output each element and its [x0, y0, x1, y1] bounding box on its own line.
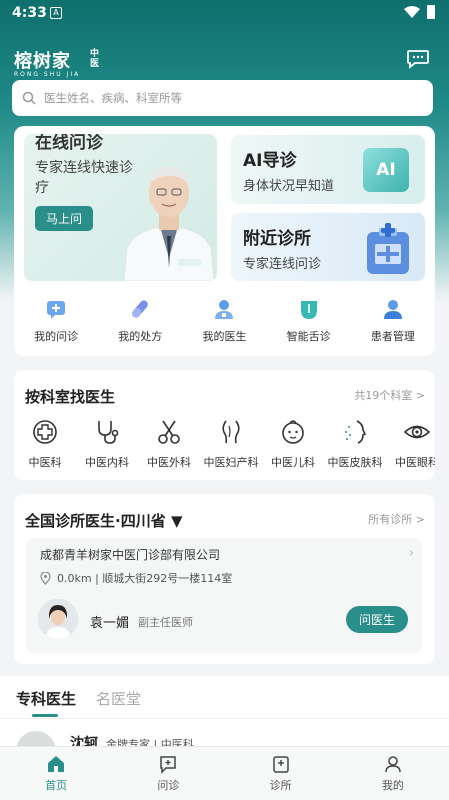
dept-label: 中医皮肤科	[327, 456, 383, 469]
ask-doctor-button[interactable]: 问医生	[346, 606, 408, 633]
nav-consult[interactable]: 问诊	[112, 747, 224, 800]
dept-item[interactable]: 中医内科	[76, 418, 138, 470]
brand-tag: 中医	[90, 49, 100, 69]
ai-guide-desc: 身体状况早知道	[243, 179, 335, 194]
clinic-doctors-section: 全国诊所医生·四川省 ▼ 所有诊所 > 成都青羊树家中医门诊部有限公司 › 0.…	[14, 494, 435, 664]
nearby-title: 附近诊所	[243, 229, 311, 249]
patient-icon	[383, 300, 402, 319]
nearby-desc: 专家连线问诊	[243, 257, 322, 272]
clinic-building-icon	[272, 756, 289, 773]
search-icon	[22, 91, 36, 105]
brand-subtitle: RONG SHU JIA	[14, 71, 81, 78]
nav-clinic[interactable]: 诊所	[225, 747, 337, 800]
location-pin-icon	[40, 571, 51, 585]
consult-chat-icon	[160, 756, 177, 774]
pill-icon	[132, 300, 149, 318]
online-consult-banner[interactable]: 在线问诊 专家连线快速诊疗 马上问	[24, 134, 217, 281]
ai-guide-card[interactable]: AI导诊 身体状况早知道 AI	[231, 135, 425, 204]
quick-label: 我的医生	[202, 330, 247, 343]
nav-label: 首页	[45, 779, 68, 792]
dept-label: 中医妇产科	[203, 456, 259, 469]
ai-badge-icon: AI	[363, 148, 409, 192]
departments-title: 按科室找医生	[25, 388, 116, 406]
face-icon	[345, 420, 367, 444]
dept-label: 中医儿科	[271, 456, 315, 469]
nav-label: 问诊	[157, 779, 180, 792]
user-icon	[385, 756, 401, 773]
divider	[0, 718, 449, 719]
quick-label: 我的处方	[118, 330, 163, 343]
doctor-title: 副主任医师	[138, 616, 193, 629]
dept-item[interactable]: 中医眼科	[386, 418, 435, 470]
quick-actions: 我的问诊 我的处方 我的医生 智能舌诊 患者管理	[14, 298, 435, 344]
dept-label: 中医眼科	[395, 456, 435, 469]
consult-title: 在线问诊	[35, 134, 103, 153]
departments-more-link[interactable]: 共19个科室 >	[354, 387, 425, 403]
nav-label: 我的	[381, 779, 404, 792]
stethoscope-icon	[98, 421, 119, 444]
baby-icon	[282, 420, 304, 444]
nav-profile[interactable]: 我的	[337, 747, 449, 800]
battery-icon	[427, 5, 435, 19]
clipboard-cross-icon	[367, 223, 409, 274]
clinic-address: 0.0km | 顺城大街292号一楼114室	[57, 572, 233, 585]
clinic-section-title: 全国诊所医生·四川省	[25, 512, 166, 530]
dept-label: 中医外科	[147, 456, 191, 469]
quick-my-consult[interactable]: 我的问诊	[21, 298, 91, 344]
search-input[interactable]: 医生姓名、疾病、科室所等	[12, 80, 433, 116]
dept-item[interactable]: 中医妇产科	[200, 418, 262, 470]
brand-name: 榕树家	[14, 51, 71, 72]
all-clinics-link[interactable]: 所有诊所 >	[368, 511, 425, 527]
services-card: 在线问诊 专家连线快速诊疗 马上问 AI导诊 身体状况早知道 AI 附近诊所 专…	[14, 126, 435, 356]
doctor-tabs: 专科医生 名医堂	[16, 688, 161, 717]
bottom-navigation: 首页 问诊 诊所 我的	[0, 746, 449, 800]
nav-home[interactable]: 首页	[0, 747, 112, 800]
quick-label: 我的问诊	[34, 330, 79, 343]
message-icon[interactable]	[406, 49, 430, 69]
quick-tongue-diagnosis[interactable]: 智能舌诊	[274, 298, 344, 344]
tab-famous-doctors[interactable]: 名医堂	[96, 688, 141, 709]
search-placeholder: 医生姓名、疾病、科室所等	[44, 91, 182, 105]
status-bar: 4:33 A	[0, 0, 449, 26]
dept-label: 中医内科	[85, 456, 129, 469]
dept-item[interactable]: 中医科	[14, 418, 76, 470]
ai-guide-title: AI导诊	[243, 151, 297, 171]
tab-specialist[interactable]: 专科医生	[16, 688, 76, 717]
quick-label: 患者管理	[370, 330, 415, 343]
medical-cross-icon	[33, 420, 57, 444]
dept-item[interactable]: 中医儿科	[262, 418, 324, 470]
notification-icon: A	[50, 7, 62, 19]
departments-section: 按科室找医生 共19个科室 > 中医科 中医内科 中医外科 中医妇产科 中医儿科…	[14, 370, 435, 480]
uterus-icon	[222, 420, 240, 444]
clinic-address-row: 0.0km | 顺城大街292号一楼114室	[40, 570, 232, 586]
tongue-icon	[300, 301, 317, 319]
department-list: 中医科 中医内科 中医外科 中医妇产科 中医儿科 中医皮肤科 中医眼科	[14, 418, 435, 470]
nearby-clinic-card[interactable]: 附近诊所 专家连线问诊	[231, 213, 425, 281]
dropdown-triangle-icon: ▼	[170, 512, 183, 530]
clinic-region-selector[interactable]: 全国诊所医生·四川省 ▼	[25, 510, 182, 531]
scissors-icon	[158, 420, 180, 444]
quick-my-prescription[interactable]: 我的处方	[105, 298, 175, 344]
doctor-icon	[215, 300, 234, 319]
ask-now-button[interactable]: 马上问	[35, 206, 94, 231]
avatar	[38, 599, 78, 639]
quick-my-doctor[interactable]: 我的医生	[189, 298, 259, 344]
clinic-name: 成都青羊树家中医门诊部有限公司	[40, 548, 221, 562]
doctor-name: 袁一媚	[90, 616, 130, 631]
dept-item[interactable]: 中医外科	[138, 418, 200, 470]
clinic-card[interactable]: 成都青羊树家中医门诊部有限公司 › 0.0km | 顺城大街292号一楼114室…	[26, 538, 422, 653]
status-time: 4:33	[12, 5, 47, 21]
doctor-photo	[123, 166, 215, 281]
dept-label: 中医科	[28, 456, 62, 469]
chevron-right-icon: ›	[408, 546, 414, 561]
quick-label: 智能舌诊	[286, 330, 331, 343]
wifi-icon	[404, 6, 420, 18]
dept-item[interactable]: 中医皮肤科	[324, 418, 386, 470]
quick-patient-manage[interactable]: 患者管理	[358, 298, 428, 344]
consult-icon	[47, 301, 66, 319]
eye-icon	[403, 425, 431, 439]
nav-label: 诊所	[269, 779, 292, 792]
app-logo: 榕树家 RONG SHU JIA 中医	[14, 47, 99, 78]
home-icon	[48, 756, 65, 772]
